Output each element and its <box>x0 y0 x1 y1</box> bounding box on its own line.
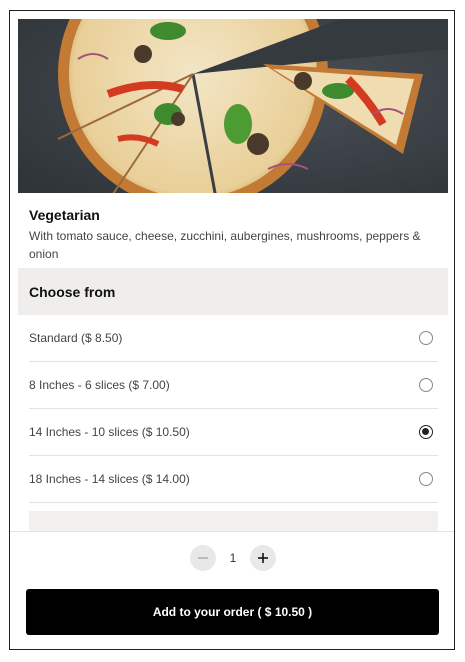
pizza-photo <box>18 19 448 193</box>
order-footer: 1 Add to your order ( $ 10.50 ) <box>10 531 454 649</box>
minus-icon[interactable] <box>190 545 216 571</box>
option-label: Standard ($ 8.50) <box>29 331 123 345</box>
quantity-value: 1 <box>229 551 237 565</box>
add-to-order-button[interactable]: Add to your order ( $ 10.50 ) <box>26 589 439 635</box>
option-label: 8 Inches - 6 slices ($ 7.00) <box>29 378 170 392</box>
product-description: With tomato sauce, cheese, zucchini, aub… <box>29 229 421 261</box>
option-18-inches[interactable]: 18 Inches - 14 slices ($ 14.00) <box>29 456 438 503</box>
option-label: 14 Inches - 10 slices ($ 10.50) <box>29 425 190 439</box>
radio-button[interactable] <box>419 472 433 486</box>
choose-from-header: Choose from <box>18 268 448 315</box>
product-dialog: Vegetarian With tomato sauce, cheese, zu… <box>9 10 455 650</box>
product-title: Vegetarian <box>29 207 100 223</box>
next-section-header <box>29 511 438 531</box>
option-label: 18 Inches - 14 slices ($ 14.00) <box>29 472 190 486</box>
option-8-inches[interactable]: 8 Inches - 6 slices ($ 7.00) <box>29 362 438 409</box>
quantity-stepper: 1 <box>190 545 276 571</box>
radio-button[interactable] <box>419 378 433 392</box>
option-standard[interactable]: Standard ($ 8.50) <box>29 315 438 362</box>
size-options-list: Standard ($ 8.50) 8 Inches - 6 slices ($… <box>29 315 438 503</box>
option-14-inches[interactable]: 14 Inches - 10 slices ($ 10.50) <box>29 409 438 456</box>
section-heading: Choose from <box>29 283 116 300</box>
plus-icon[interactable] <box>250 545 276 571</box>
radio-button-selected[interactable] <box>419 425 433 439</box>
radio-button[interactable] <box>419 331 433 345</box>
product-info: Vegetarian With tomato sauce, cheese, zu… <box>29 207 424 263</box>
